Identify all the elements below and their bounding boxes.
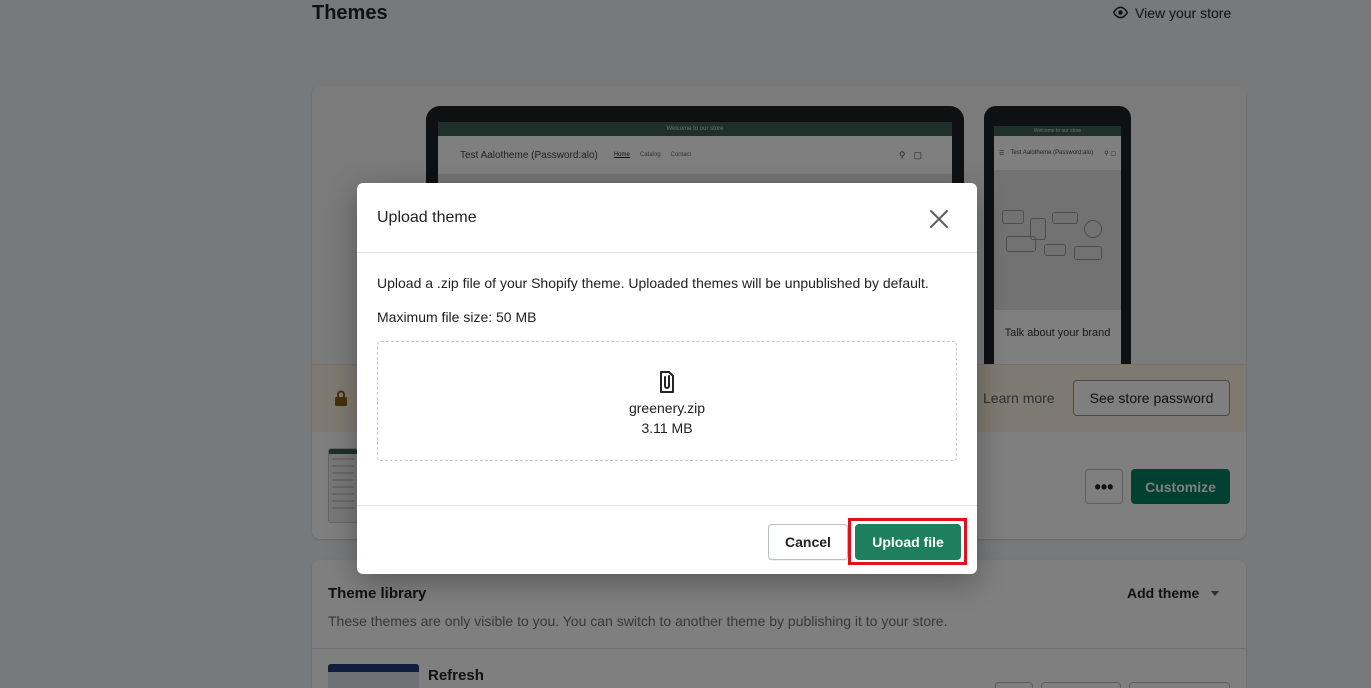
- file-name: greenery.zip: [628, 400, 705, 416]
- modal-title: Upload theme: [377, 209, 477, 226]
- max-file-size: Maximum file size: 50 MB: [377, 309, 537, 325]
- file-dropzone[interactable]: greenery.zip 3.11 MB: [377, 341, 957, 461]
- upload-theme-modal: Upload theme Upload a .zip file of your …: [357, 183, 977, 574]
- modal-body: Upload a .zip file of your Shopify theme…: [357, 253, 977, 461]
- modal-header: Upload theme: [357, 183, 977, 253]
- paperclip-icon: [660, 371, 674, 393]
- file-size: 3.11 MB: [641, 420, 693, 436]
- close-icon: [930, 210, 948, 228]
- close-button[interactable]: [925, 205, 953, 233]
- modal-description: Upload a .zip file of your Shopify theme…: [377, 275, 929, 291]
- modal-footer: Cancel Upload file: [357, 505, 977, 574]
- cancel-button[interactable]: Cancel: [768, 524, 848, 560]
- upload-file-button[interactable]: Upload file: [855, 524, 961, 560]
